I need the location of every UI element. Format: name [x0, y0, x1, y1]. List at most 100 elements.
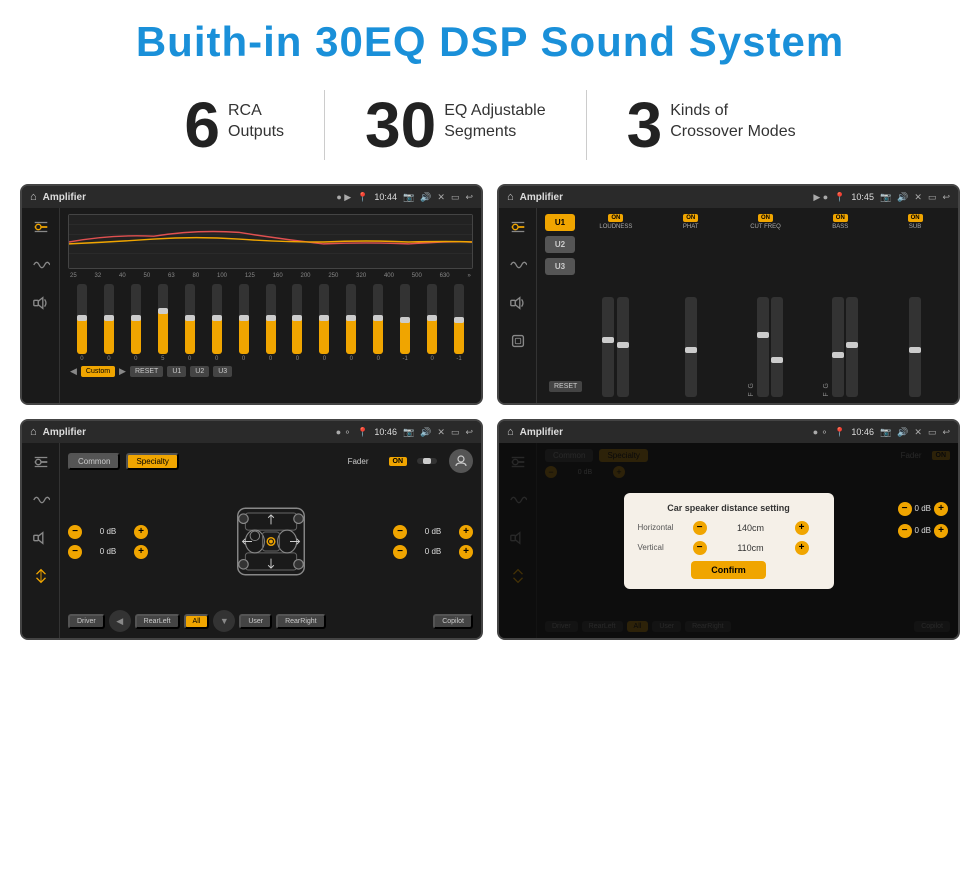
home-icon-3: ⌂: [30, 426, 37, 438]
vertical-minus-btn[interactable]: −: [693, 541, 707, 555]
dot4-icon: ● ⚬: [813, 427, 828, 438]
rect-icon: ▭: [451, 192, 460, 203]
dialog-right-plus-2[interactable]: +: [934, 524, 948, 538]
right-db-val-1: 0 dB: [410, 527, 456, 536]
eq-slider-4[interactable]: 5: [151, 284, 175, 362]
stat-label-crossover: Kinds ofCrossover Modes: [670, 93, 795, 143]
page-title: Buith-in 30EQ DSP Sound System: [20, 18, 960, 66]
phat-slider[interactable]: [685, 297, 697, 397]
common-tab[interactable]: Common: [68, 453, 120, 470]
dialog-right-val-2: 0 dB: [915, 526, 931, 535]
crossover-reset-btn[interactable]: RESET: [549, 381, 582, 392]
driver-btn[interactable]: Driver: [68, 614, 105, 629]
specialty-tab[interactable]: Specialty: [126, 453, 178, 470]
sub-on[interactable]: ON: [908, 214, 923, 222]
right-plus-1[interactable]: +: [459, 525, 473, 539]
dialog-right-minus-2[interactable]: −: [898, 524, 912, 538]
phat-group: ON PHAT: [656, 214, 726, 397]
rearleft-btn[interactable]: RearLeft: [135, 614, 180, 629]
preset-u1[interactable]: U1: [545, 214, 575, 231]
wave3-icon[interactable]: [30, 489, 52, 511]
freq-400: 400: [384, 273, 394, 279]
u2-btn[interactable]: U2: [190, 366, 209, 377]
camera4-icon: 📷: [880, 427, 891, 438]
u3-btn[interactable]: U3: [213, 366, 232, 377]
eq-slider-6[interactable]: 0: [205, 284, 229, 362]
dot2-icon: ▶ ●: [813, 192, 828, 203]
phat-on[interactable]: ON: [683, 214, 698, 222]
wave-icon[interactable]: [30, 254, 52, 276]
eq-slider-5[interactable]: 0: [178, 284, 202, 362]
preset-u2[interactable]: U2: [545, 236, 575, 253]
custom-btn[interactable]: Custom: [81, 366, 115, 377]
eq-slider-8[interactable]: 0: [259, 284, 283, 362]
eq-slider-11[interactable]: 0: [339, 284, 363, 362]
arrows4-icon[interactable]: [30, 565, 52, 587]
prev-arrow[interactable]: ◀: [70, 366, 77, 377]
speaker-icon[interactable]: [30, 292, 52, 314]
dialog-screen: ⌂ Amplifier ● ⚬ 📍 10:46 📷 🔊 ✕ ▭ ↩: [497, 419, 960, 640]
fader-car-visual: [156, 494, 385, 589]
loudness-slider-1[interactable]: [602, 297, 614, 397]
eq-slider-3[interactable]: 0: [124, 284, 148, 362]
loudness-slider-2[interactable]: [617, 297, 629, 397]
copilot-btn[interactable]: Copilot: [433, 614, 473, 629]
crossover-reset[interactable]: RESET: [549, 375, 582, 393]
next-arrow[interactable]: ▶: [119, 366, 126, 377]
horizontal-plus-btn[interactable]: +: [795, 521, 809, 535]
cutfreq-on[interactable]: ON: [758, 214, 773, 222]
right-plus-2[interactable]: +: [459, 545, 473, 559]
cutfreq-slider-2[interactable]: [771, 297, 783, 397]
crossover-time: 10:45: [851, 192, 874, 202]
left-plus-2[interactable]: +: [134, 545, 148, 559]
bass-slider-1[interactable]: [832, 297, 844, 397]
location-icon: 📍: [357, 192, 368, 203]
dialog-content: Common Specialty Fader ON − 0 dB +: [499, 443, 958, 638]
x-icon: ✕: [437, 192, 445, 203]
fader-on-badge[interactable]: ON: [389, 457, 408, 466]
right-minus-2[interactable]: −: [393, 545, 407, 559]
left-minus-2[interactable]: −: [68, 545, 82, 559]
eq-filter3-icon[interactable]: [30, 451, 52, 473]
eq-slider-13[interactable]: -1: [393, 284, 417, 362]
vertical-value: 110cm: [712, 543, 790, 553]
freq-200: 200: [300, 273, 310, 279]
u1-btn[interactable]: U1: [167, 366, 186, 377]
bass-slider-2[interactable]: [846, 297, 858, 397]
eq-slider-2[interactable]: 0: [97, 284, 121, 362]
sub-slider[interactable]: [909, 297, 921, 397]
confirm-button[interactable]: Confirm: [691, 561, 766, 579]
dialog-right-plus-1[interactable]: +: [934, 502, 948, 516]
speaker4-icon[interactable]: [30, 527, 52, 549]
eq-slider-9[interactable]: 0: [286, 284, 310, 362]
horizontal-minus-btn[interactable]: −: [693, 521, 707, 535]
stats-row: 6 RCAOutputs 30 EQ AdjustableSegments 3 …: [0, 76, 980, 178]
eq-slider-10[interactable]: 0: [312, 284, 336, 362]
eq-filter-icon[interactable]: [30, 216, 52, 238]
cutfreq-slider-1[interactable]: [757, 297, 769, 397]
fader-right-db-1: − 0 dB +: [393, 525, 473, 539]
preset-u3[interactable]: U3: [545, 258, 575, 275]
loudness-on[interactable]: ON: [608, 214, 623, 222]
rearright-btn[interactable]: RearRight: [276, 614, 326, 629]
expand-icon[interactable]: »: [467, 273, 470, 279]
eq-slider-15[interactable]: -1: [447, 284, 471, 362]
reset-btn[interactable]: RESET: [130, 366, 163, 377]
left-plus-1[interactable]: +: [134, 525, 148, 539]
dialog-right-minus-1[interactable]: −: [898, 502, 912, 516]
eq-slider-14[interactable]: 0: [420, 284, 444, 362]
vertical-plus-btn[interactable]: +: [795, 541, 809, 555]
right-minus-1[interactable]: −: [393, 525, 407, 539]
left-minus-1[interactable]: −: [68, 525, 82, 539]
x2-icon: ✕: [914, 192, 922, 203]
eq-slider-12[interactable]: 0: [366, 284, 390, 362]
eq-slider-7[interactable]: 0: [232, 284, 256, 362]
bass-on[interactable]: ON: [833, 214, 848, 222]
wave2-icon[interactable]: [507, 254, 529, 276]
eq-filter2-icon[interactable]: [507, 216, 529, 238]
user-btn[interactable]: User: [239, 614, 272, 629]
speaker3-icon[interactable]: [507, 330, 529, 352]
speaker2-icon[interactable]: [507, 292, 529, 314]
eq-slider-1[interactable]: 0: [70, 284, 94, 362]
all-btn[interactable]: All: [184, 614, 210, 629]
